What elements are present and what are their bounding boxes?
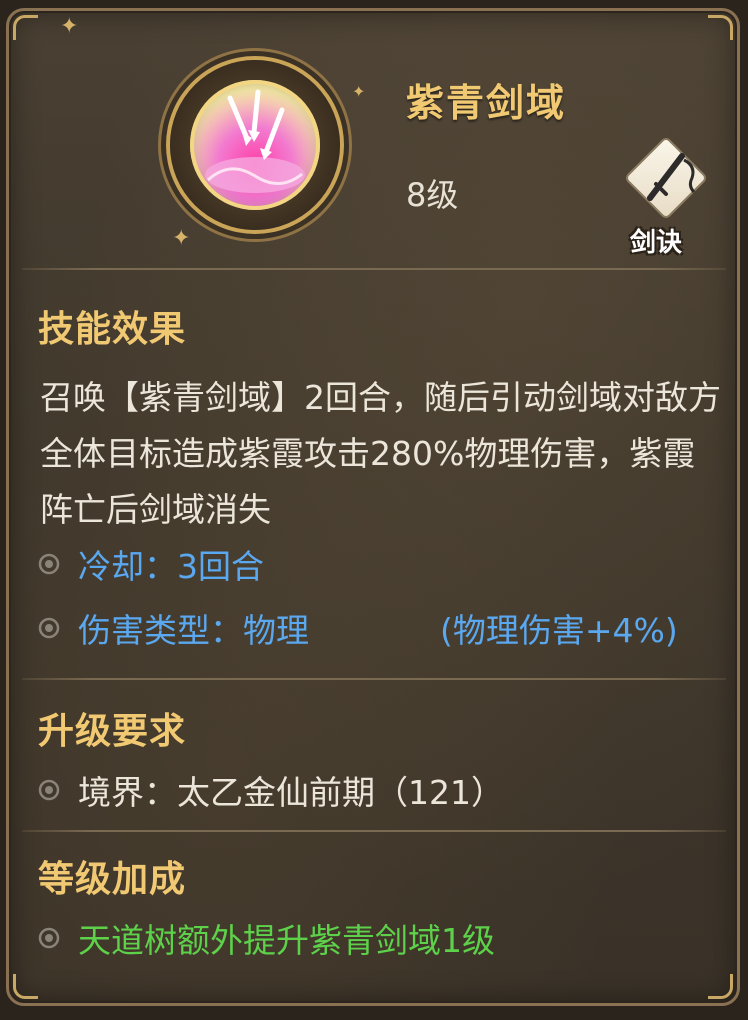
upgrade-section-title: 升级要求 — [38, 711, 187, 752]
divider — [22, 678, 726, 680]
bonus-text: 天道树额外提升紫青剑域1级 — [78, 921, 495, 960]
divider — [22, 268, 726, 270]
damage-type-row: 伤害类型：物理 — [38, 604, 309, 652]
realm-requirement-row: 境界：太乙金仙前期（121） — [38, 766, 504, 814]
frame-corner — [708, 15, 733, 40]
divider — [22, 830, 726, 832]
skill-icon[interactable] — [170, 60, 340, 230]
sparkle-icon: ✦ — [352, 82, 366, 101]
skill-name: 紫青剑域 — [406, 81, 567, 125]
skill-level: 8级 — [406, 176, 459, 214]
frame-corner — [13, 974, 38, 999]
effect-description: 召唤【紫青剑域】2回合，随后引动剑域对敌方全体目标造成紫霞攻击280%物理伤害，… — [40, 378, 721, 529]
frame-corner — [708, 974, 733, 999]
realm-requirement-text: 境界：太乙金仙前期（121） — [78, 773, 504, 812]
damage-type-text: 伤害类型：物理 — [78, 611, 309, 650]
damage-bonus-text: (物理伤害+4%) — [440, 611, 678, 650]
sword-icon — [647, 153, 696, 201]
cooldown-row: 冷却：3回合 — [38, 540, 264, 588]
spiral-bullet-icon — [38, 617, 60, 639]
effect-section-title: 技能效果 — [38, 309, 187, 350]
spiral-bullet-icon — [38, 779, 60, 801]
bonus-section-title: 等级加成 — [38, 859, 187, 900]
cooldown-text: 冷却：3回合 — [78, 547, 264, 586]
skill-type-label: 剑诀 — [630, 228, 683, 258]
frame-corner — [13, 15, 38, 40]
skill-type-badge[interactable] — [622, 135, 709, 222]
sparkle-icon: ✦ — [172, 226, 191, 251]
spiral-bullet-icon — [38, 553, 60, 575]
sword-domain-icon — [190, 80, 320, 210]
bonus-row: 天道树额外提升紫青剑域1级 — [38, 914, 495, 962]
spiral-bullet-icon — [38, 927, 60, 949]
sparkle-icon: ✦ — [60, 14, 79, 39]
